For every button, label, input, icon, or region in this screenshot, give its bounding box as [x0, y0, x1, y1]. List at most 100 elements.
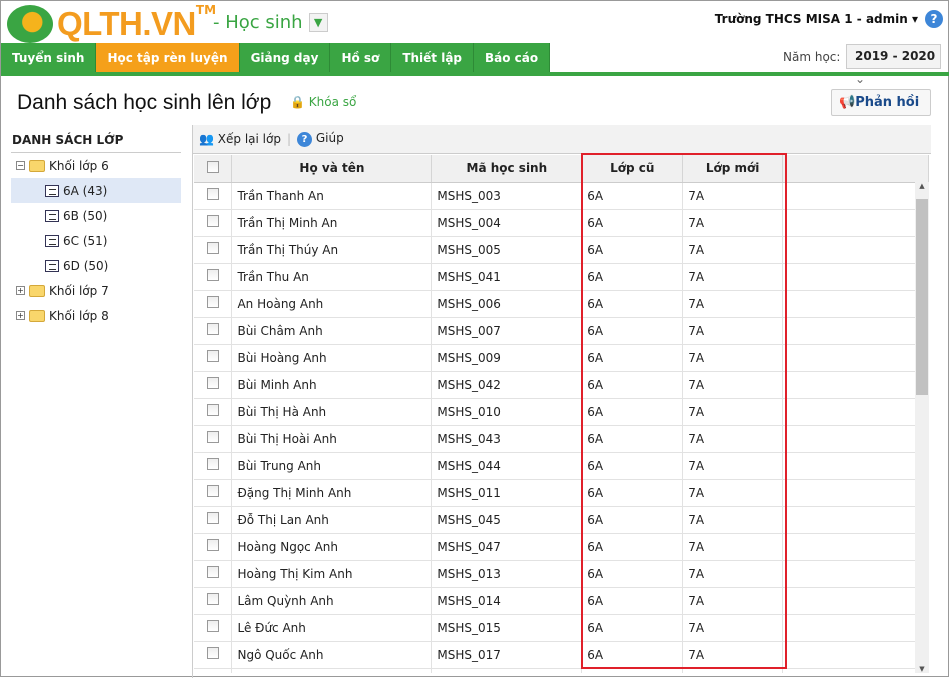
feedback-button[interactable]: 📢Phản hồi: [831, 89, 931, 116]
collapse-icon[interactable]: −: [16, 161, 25, 170]
table-row[interactable]: An Hoàng Anh MSHS_006 6A 7A: [194, 290, 929, 318]
row-checkbox[interactable]: [194, 587, 233, 615]
megaphone-icon: 📢: [839, 95, 856, 110]
expand-icon[interactable]: +: [16, 286, 25, 295]
student-code: MSHS_005: [431, 236, 583, 264]
table-row[interactable]: Trần Thanh An MSHS_003 6A 7A: [194, 182, 929, 210]
student-name: Trần Thanh An: [231, 182, 433, 210]
row-checkbox[interactable]: [194, 236, 233, 264]
nav-thiet-lap[interactable]: Thiết lập: [391, 43, 475, 73]
tree-class-6b[interactable]: 6B (50): [11, 203, 181, 228]
row-checkbox[interactable]: [194, 533, 233, 561]
row-checkbox[interactable]: [194, 290, 233, 318]
table-row[interactable]: Đặng Thị Minh Anh MSHS_011 6A 7A: [194, 479, 929, 507]
folder-icon: [29, 159, 45, 172]
chevron-down-icon[interactable]: ▼: [308, 13, 328, 32]
user-menu[interactable]: Trường THCS MISA 1 - admin ▾: [715, 12, 918, 26]
table-row[interactable]: Bùi Thị Hoài Anh MSHS_043 6A 7A: [194, 425, 929, 453]
student-code: MSHS_041: [431, 263, 583, 291]
table-row[interactable]: Bùi Minh Anh MSHS_042 6A 7A: [194, 371, 929, 399]
table-row[interactable]: Lê Đức Anh MSHS_015 6A 7A: [194, 614, 929, 642]
tree-class-6d[interactable]: 6D (50): [11, 253, 181, 278]
rearrange-button[interactable]: 👥 Xếp lại lớp: [199, 132, 281, 146]
expand-icon[interactable]: +: [16, 311, 25, 320]
table-row[interactable]: Hoàng Ngọc Anh MSHS_047 6A 7A: [194, 533, 929, 561]
row-checkbox[interactable]: [194, 479, 233, 507]
table-row[interactable]: Lâm Quỳnh Anh MSHS_014 6A 7A: [194, 587, 929, 615]
logo: QLTH.VN TM: [7, 3, 216, 43]
row-checkbox[interactable]: [194, 425, 233, 453]
scrollbar-thumb[interactable]: [916, 199, 928, 395]
row-checkbox[interactable]: [194, 263, 233, 291]
row-checkbox[interactable]: [194, 344, 233, 372]
row-checkbox[interactable]: [194, 506, 233, 534]
users-icon: 👥: [199, 132, 214, 146]
nav-bao-cao[interactable]: Báo cáo: [474, 43, 551, 73]
nav-giang-day[interactable]: Giảng dạy: [239, 43, 331, 73]
tree-group-6[interactable]: − Khối lớp 6: [11, 153, 181, 178]
row-checkbox[interactable]: [194, 614, 233, 642]
tree-class-6c[interactable]: 6C (51): [11, 228, 181, 253]
help-icon[interactable]: ?: [925, 10, 943, 28]
table-row[interactable]: Trần Thị Minh An MSHS_004 6A 7A: [194, 209, 929, 237]
nav-ho-so[interactable]: Hồ sơ: [330, 43, 392, 73]
tree-class-6a[interactable]: 6A (43): [11, 178, 181, 203]
lock-book-link[interactable]: 🔒 Khóa sổ: [290, 95, 356, 109]
row-checkbox[interactable]: [194, 371, 233, 399]
table-row[interactable]: Bùi Trung Anh MSHS_044 6A 7A: [194, 452, 929, 480]
tree-group-8[interactable]: + Khối lớp 8: [11, 303, 181, 328]
filler-cell: [782, 263, 929, 291]
row-checkbox[interactable]: [194, 317, 233, 345]
col-code[interactable]: Mã học sinh: [431, 155, 583, 183]
row-checkbox[interactable]: [194, 668, 233, 673]
student-name: Trần Thị Minh An: [231, 209, 433, 237]
page-title: Danh sách học sinh lên lớp: [17, 91, 272, 114]
table-row[interactable]: Bùi Châm Anh MSHS_007 6A 7A: [194, 317, 929, 345]
module-selector[interactable]: - Học sinh ▼: [213, 12, 328, 33]
col-filler: [782, 155, 929, 183]
class-label: 6B (50): [63, 208, 108, 223]
student-name: Ngô Quốc Anh: [231, 641, 433, 669]
filler-cell: [782, 371, 929, 399]
class-icon: [45, 259, 59, 272]
student-code: MSHS_043: [431, 425, 583, 453]
table-row[interactable]: Bùi Hoàng Anh MSHS_009 6A 7A: [194, 344, 929, 372]
year-select[interactable]: 2019 - 2020 ⌄: [846, 44, 941, 86]
group-label: Khối lớp 8: [49, 308, 109, 323]
row-checkbox[interactable]: [194, 452, 233, 480]
module-label: - Học sinh: [213, 12, 303, 33]
student-name: Đỗ Thị Lan Anh: [231, 506, 433, 534]
folder-icon: [29, 284, 45, 297]
filler-cell: [782, 182, 929, 210]
student-code: MSHS_045: [431, 506, 583, 534]
row-checkbox[interactable]: [194, 209, 233, 237]
help-button[interactable]: ? Giúp: [297, 131, 344, 147]
select-all-checkbox[interactable]: [194, 155, 233, 183]
sidebar-title: DANH SÁCH LỚP: [11, 125, 181, 153]
row-checkbox[interactable]: [194, 182, 233, 210]
table-row[interactable]: [194, 668, 929, 673]
filler-cell: [782, 398, 929, 426]
student-code: MSHS_015: [431, 614, 583, 642]
table-row[interactable]: Đỗ Thị Lan Anh MSHS_045 6A 7A: [194, 506, 929, 534]
filler-cell: [782, 587, 929, 615]
table-row[interactable]: Ngô Quốc Anh MSHS_017 6A 7A: [194, 641, 929, 669]
student-name: Bùi Thị Hà Anh: [231, 398, 433, 426]
student-code: MSHS_009: [431, 344, 583, 372]
nav-tuyen-sinh[interactable]: Tuyển sinh: [1, 43, 97, 73]
tree-group-7[interactable]: + Khối lớp 7: [11, 278, 181, 303]
row-checkbox[interactable]: [194, 641, 233, 669]
filler-cell: [782, 425, 929, 453]
table-row[interactable]: Trần Thu An MSHS_041 6A 7A: [194, 263, 929, 291]
table-row[interactable]: Hoàng Thị Kim Anh MSHS_013 6A 7A: [194, 560, 929, 588]
filler-cell: [782, 236, 929, 264]
col-name[interactable]: Họ và tên: [231, 155, 433, 183]
nav-hoc-tap[interactable]: Học tập rèn luyện: [96, 43, 240, 73]
row-checkbox[interactable]: [194, 398, 233, 426]
class-label: 6A (43): [63, 183, 108, 198]
student-code: MSHS_011: [431, 479, 583, 507]
filler-cell: [782, 344, 929, 372]
table-row[interactable]: Bùi Thị Hà Anh MSHS_010 6A 7A: [194, 398, 929, 426]
row-checkbox[interactable]: [194, 560, 233, 588]
table-row[interactable]: Trần Thị Thúy An MSHS_005 6A 7A: [194, 236, 929, 264]
